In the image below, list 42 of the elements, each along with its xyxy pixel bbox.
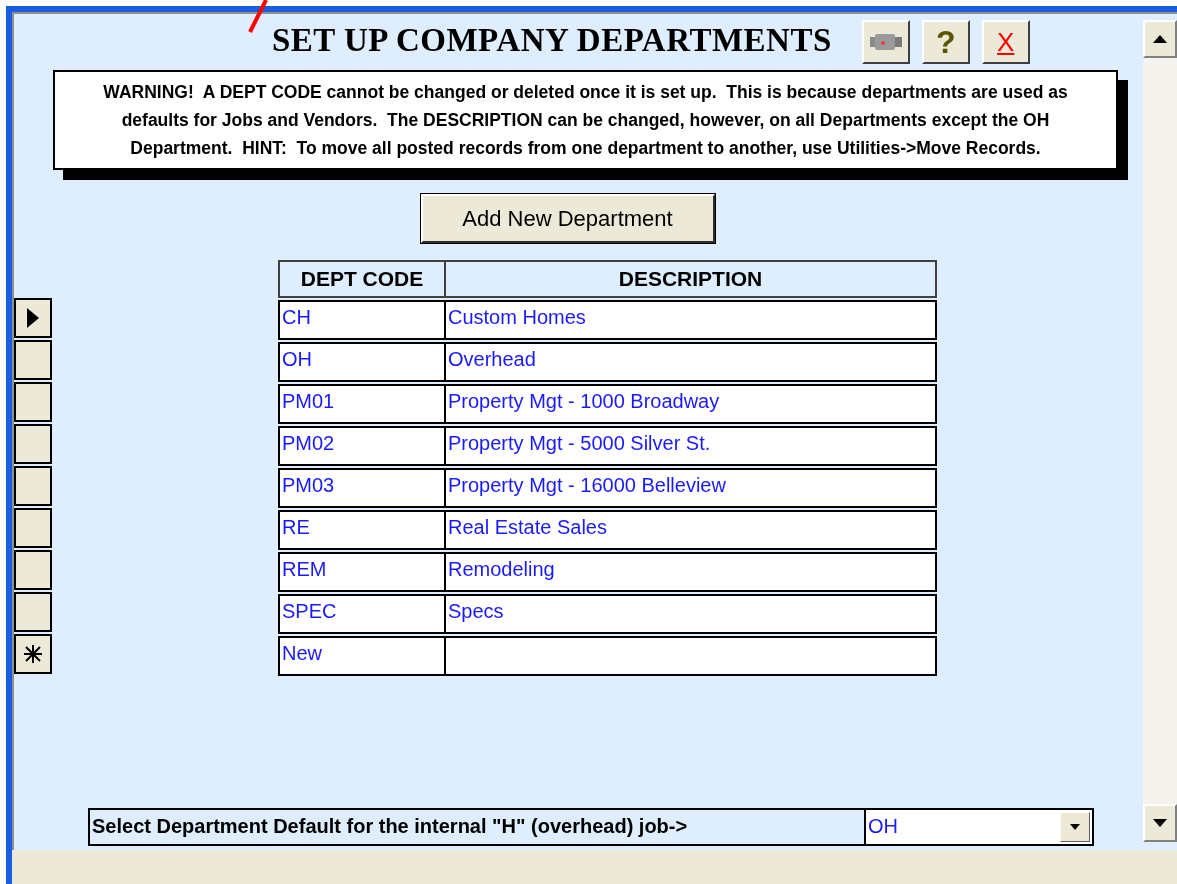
table-cell[interactable]: Overhead [446,344,935,380]
video-camera-icon [868,31,903,53]
video-camera-button[interactable] [861,20,910,64]
table-cell[interactable]: Property Mgt - 16000 Belleview [446,470,935,506]
record-selector[interactable] [14,508,52,548]
table-cell[interactable]: REM [280,554,446,590]
table-cell[interactable]: SPEC [280,596,446,632]
dropdown-arrow-icon [1070,824,1080,830]
scroll-up-icon [1153,35,1167,43]
table-cell[interactable]: Custom Homes [446,302,935,338]
table-cell[interactable]: CH [280,302,446,338]
vertical-scrollbar[interactable] [1143,20,1177,842]
record-selector[interactable] [14,466,52,506]
table-cell[interactable]: PM01 [280,386,446,422]
warning-text: WARNING! A DEPT CODE cannot be changed or deleted once it is set up. This is because departments are used as defaults for Jobs and Vendors. The DESCRIPTION can be changed, however, on all Departments except the OH Department. HINT: To move all posted records from one department to another, use Utilities->Move Records. [102,81,1069,160]
table-cell[interactable]: Real Estate Sales [446,512,935,548]
table-cell[interactable]: Specs [446,596,935,632]
help-button[interactable]: ? [921,20,970,64]
table-cell[interactable]: PM03 [280,470,446,506]
table-cell[interactable]: Property Mgt - 1000 Broadway [446,386,935,422]
department-dropdown[interactable]: OH [866,808,1094,846]
table-cell[interactable]: Remodeling [446,554,935,590]
column-header: DESCRIPTION [617,266,764,293]
default-department-label: Select Department Default for the internal "H" (overhead) job-> [88,808,866,846]
record-selector[interactable] [14,298,52,338]
table-cell[interactable]: Property Mgt - 5000 Silver St. [446,428,935,464]
table-cell[interactable]: RE [280,512,446,548]
annotation-line [248,0,268,33]
table-cell[interactable]: PM02 [280,428,446,464]
add-department-button[interactable]: Add New Department [420,194,715,243]
new-record-icon [24,645,42,663]
record-selector[interactable] [14,340,52,380]
scroll-down-icon [1153,819,1167,827]
record-selector[interactable] [14,382,52,422]
dropdown-value: OH [867,814,899,839]
record-selector[interactable] [14,634,52,674]
column-header: DEPT CODE [280,262,446,296]
record-selector[interactable] [14,424,52,464]
record-selector[interactable] [14,592,52,632]
window-title: SET UP COMPANY DEPARTMENTS [272,24,832,57]
table-cell[interactable]: OH [280,344,446,380]
record-selector[interactable] [14,550,52,590]
